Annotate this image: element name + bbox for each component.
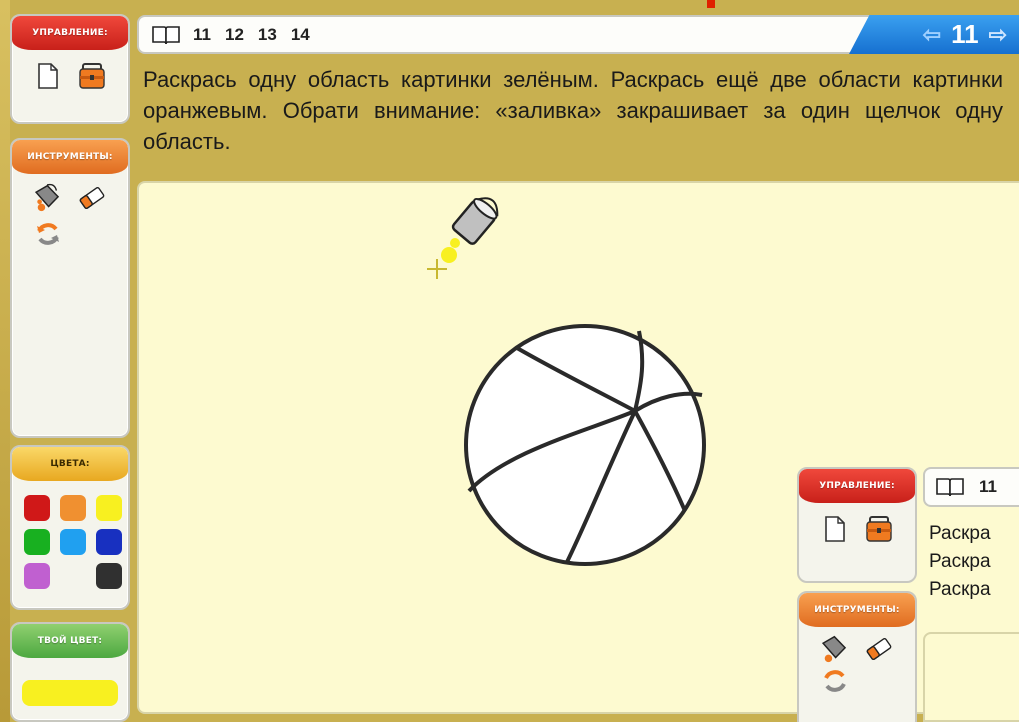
task-instruction: Раскрась одну область картинки зелёным. …: [143, 67, 1003, 154]
overlay-control-panel: УПРАВЛЕНИЕ:: [797, 467, 917, 583]
current-page-number: 11: [951, 19, 979, 49]
color-swatch[interactable]: [96, 529, 122, 555]
color-swatch[interactable]: [96, 495, 122, 521]
window-frame: [0, 0, 10, 722]
eraser-icon[interactable]: [78, 184, 106, 212]
new-page-icon[interactable]: [821, 515, 849, 543]
page-link-14[interactable]: 14: [291, 25, 310, 45]
overlay-canvas: [923, 632, 1019, 722]
overlay-text-line: Раскра: [929, 579, 991, 600]
fill-bucket-cursor-icon: [427, 197, 499, 279]
color-palette: [12, 481, 128, 589]
overlay-tools-panel: ИНСТРУМЕНТЫ:: [797, 591, 917, 722]
color-swatch[interactable]: [60, 495, 86, 521]
fill-bucket-icon[interactable]: [821, 635, 849, 663]
page-navigator: ⇦ 11 ⇨: [849, 15, 1019, 54]
overlay-text-line: Раскра: [929, 551, 991, 572]
book-icon[interactable]: [151, 24, 181, 46]
arrow-right-icon[interactable]: ⇨: [989, 22, 1007, 48]
overlay-control-title: УПРАВЛЕНИЕ:: [799, 469, 915, 503]
reset-icon[interactable]: [34, 220, 62, 248]
tools-panel: ИНСТРУМЕНТЫ:: [10, 138, 130, 438]
new-page-icon[interactable]: [34, 62, 62, 90]
colors-panel-title: ЦВЕТА:: [12, 447, 128, 481]
tools-panel-title: ИНСТРУМЕНТЫ:: [12, 140, 128, 174]
overlay-page-toolbar: 11: [923, 467, 1019, 507]
book-icon[interactable]: [935, 476, 965, 498]
overlay-tools-title: ИНСТРУМЕНТЫ:: [799, 593, 915, 627]
briefcase-icon[interactable]: [865, 515, 893, 543]
control-panel: УПРАВЛЕНИЕ:: [10, 14, 130, 124]
current-color-swatch: [22, 680, 118, 706]
ball-outline-drawing[interactable]: [464, 324, 706, 566]
color-swatch[interactable]: [24, 495, 50, 521]
briefcase-icon[interactable]: [78, 62, 106, 90]
fill-bucket-icon[interactable]: [34, 183, 62, 212]
overlay-page-link-11[interactable]: 11: [979, 477, 997, 497]
overlay-text-line: Раскра: [929, 523, 991, 544]
color-swatch[interactable]: [24, 529, 50, 555]
your-color-title: ТВОЙ ЦВЕТ:: [12, 624, 128, 658]
colors-panel: ЦВЕТА:: [10, 445, 130, 610]
color-swatch[interactable]: [96, 563, 122, 589]
color-swatch[interactable]: [24, 563, 50, 589]
page-toolbar: 11 12 13 14 ⇦ 11 ⇨: [137, 15, 1019, 54]
color-swatch[interactable]: [60, 529, 86, 555]
empty-swatch-slot: [60, 563, 86, 589]
page-link-11[interactable]: 11: [193, 25, 211, 45]
your-color-panel: ТВОЙ ЦВЕТ:: [10, 622, 130, 722]
page-link-13[interactable]: 13: [258, 25, 277, 45]
control-panel-title: УПРАВЛЕНИЕ:: [12, 16, 128, 50]
reset-icon[interactable]: [821, 667, 849, 695]
page-link-12[interactable]: 12: [225, 25, 244, 45]
frame-marker: [707, 0, 715, 8]
eraser-icon[interactable]: [865, 635, 893, 663]
arrow-left-icon[interactable]: ⇦: [923, 22, 941, 48]
overlay-instruction: Раскра Раскра Раскра: [929, 520, 1019, 604]
